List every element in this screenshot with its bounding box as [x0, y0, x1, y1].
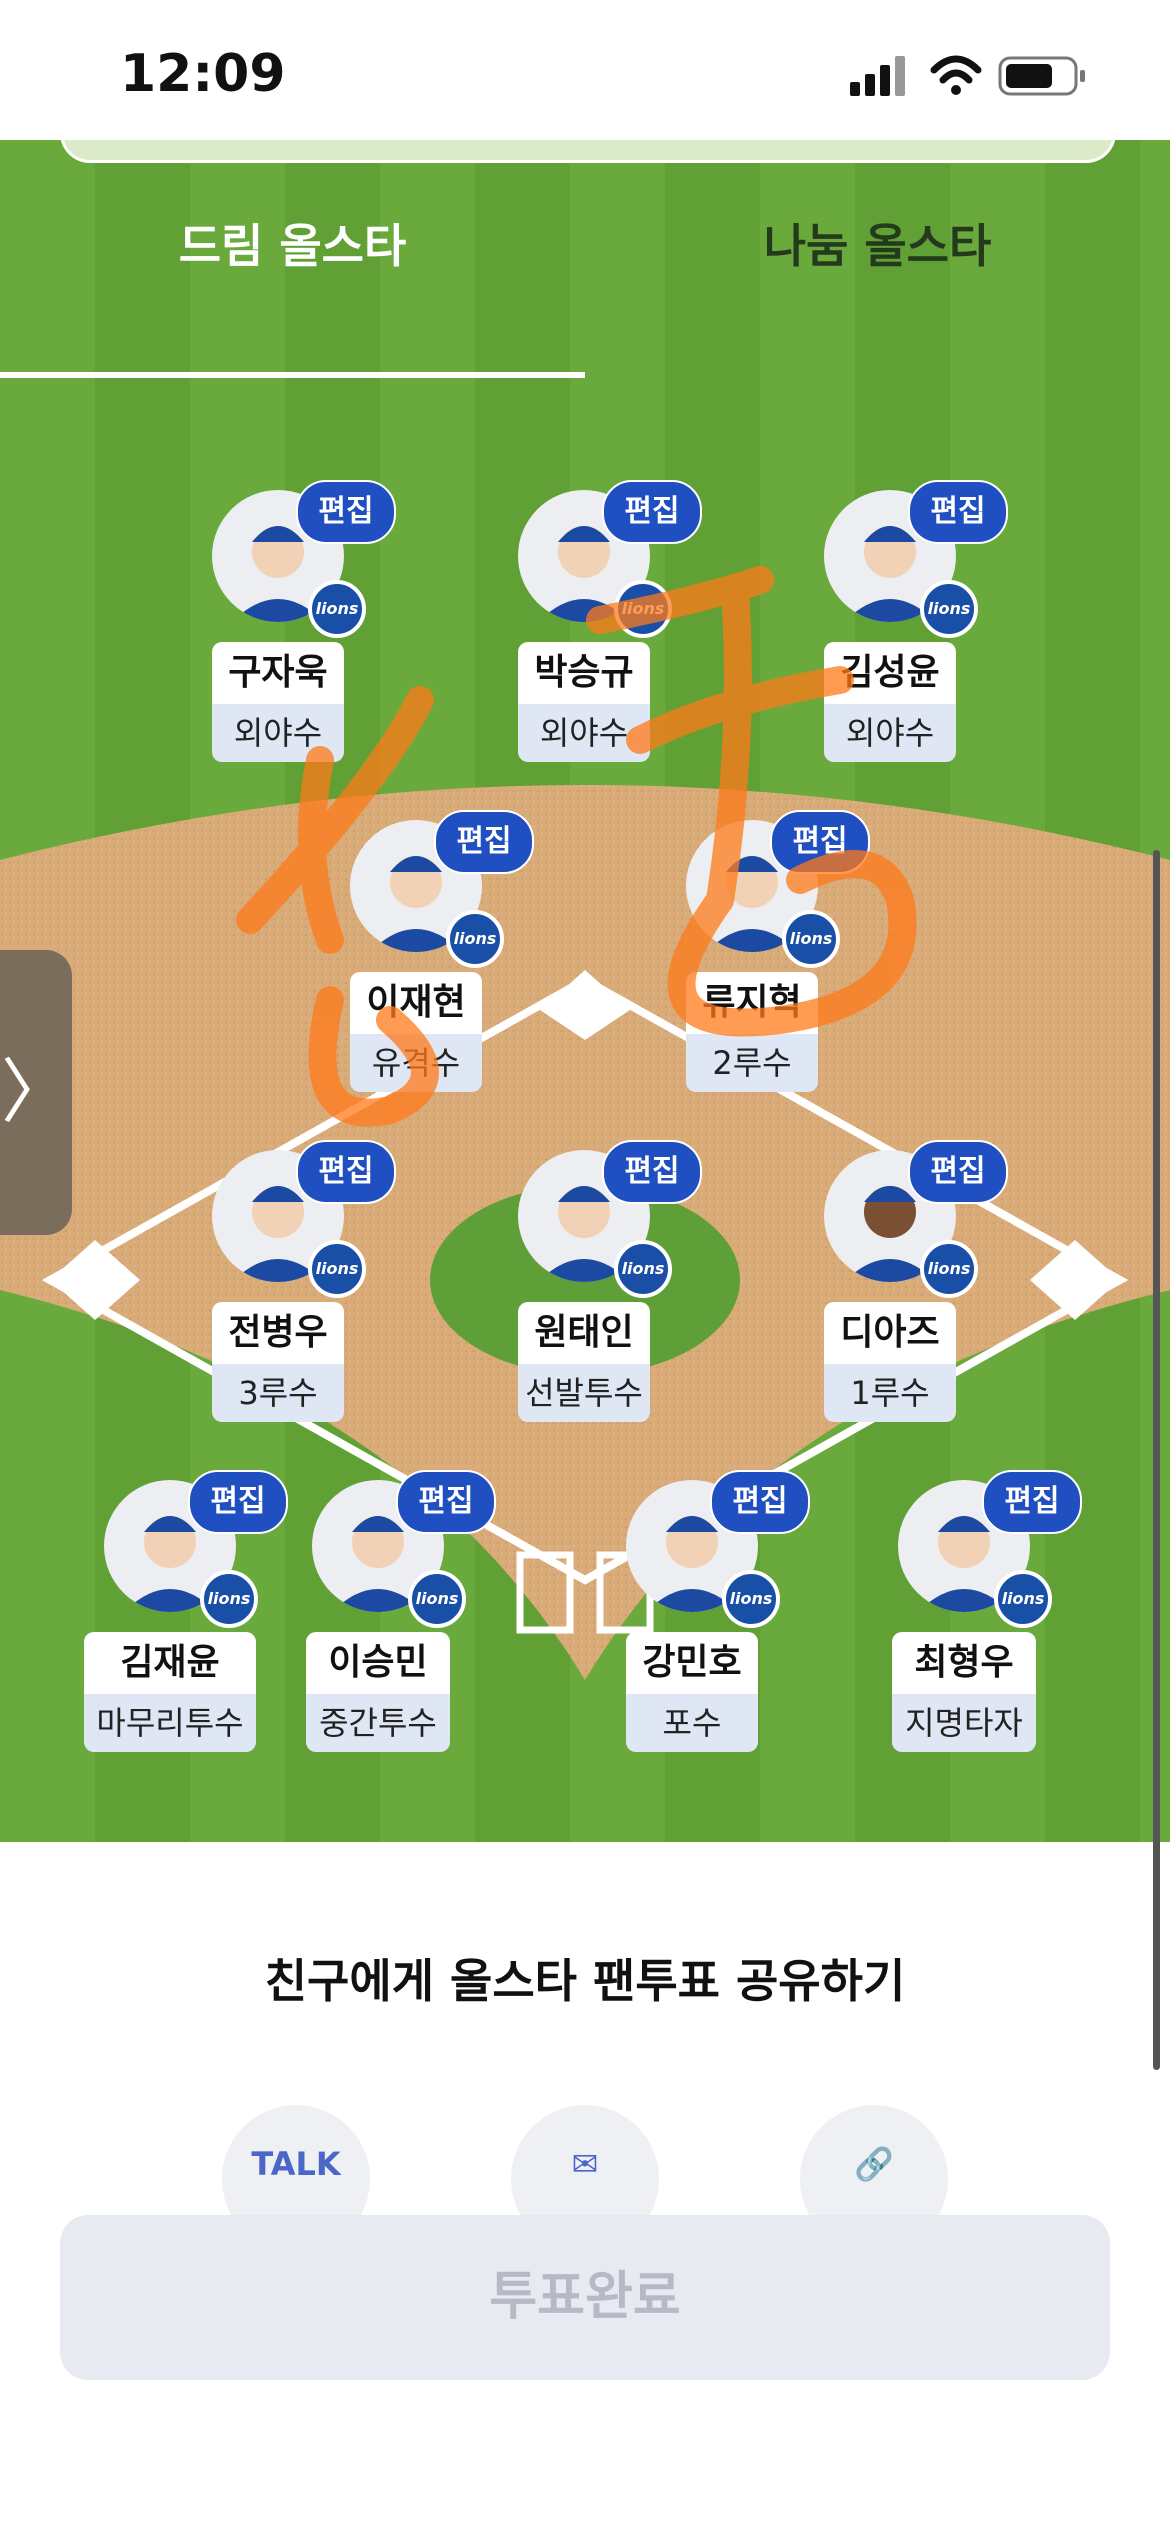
tab-dream-allstar[interactable]: 드림 올스타: [0, 210, 585, 276]
baseball-field: 드림 올스타 나눔 올스타 lions 편집 구자욱 외야수 lions 편집 …: [0, 140, 1170, 1842]
player-position: 외야수: [518, 704, 650, 762]
signal-icon: [850, 56, 905, 96]
player-nameplate: 김성윤 외야수: [824, 642, 956, 762]
player-nameplate: 이승민 중간투수: [306, 1632, 450, 1752]
player-nameplate: 박승규 외야수: [518, 642, 650, 762]
player-name: 원태인: [518, 1302, 650, 1364]
edit-button[interactable]: 편집: [908, 1140, 1008, 1204]
player-nameplate: 전병우 3루수: [212, 1302, 344, 1422]
edit-button[interactable]: 편집: [188, 1470, 288, 1534]
edit-button[interactable]: 편집: [602, 480, 702, 544]
player-name: 이재현: [350, 972, 482, 1034]
link-share-button[interactable]: 🔗: [800, 2105, 948, 2215]
mail-icon: ✉: [571, 2145, 599, 2183]
player-name: 박승규: [518, 642, 650, 704]
player-position: 외야수: [824, 704, 956, 762]
lions-logo-icon: lions: [308, 580, 366, 638]
edit-button[interactable]: 편집: [296, 480, 396, 544]
status-time: 12:09: [120, 44, 286, 104]
player-name: 김재윤: [84, 1632, 256, 1694]
player-position: 유격수: [350, 1034, 482, 1092]
active-tab-indicator: [0, 372, 585, 378]
lions-logo-icon: lions: [308, 1240, 366, 1298]
kakaotalk-share-button[interactable]: TALK: [222, 2105, 370, 2215]
lions-logo-icon: lions: [200, 1570, 258, 1628]
lions-logo-icon: lions: [722, 1570, 780, 1628]
player-nameplate: 구자욱 외야수: [212, 642, 344, 762]
player-position: 지명타자: [892, 1694, 1036, 1752]
edit-button[interactable]: 편집: [908, 480, 1008, 544]
tab-bar: 드림 올스타 나눔 올스타: [0, 140, 1170, 380]
edit-button[interactable]: 편집: [982, 1470, 1082, 1534]
link-icon: 🔗: [854, 2145, 894, 2183]
share-title: 친구에게 올스타 팬투표 공유하기: [264, 1954, 906, 2008]
scrollbar[interactable]: [1153, 850, 1160, 2070]
lions-logo-icon: lions: [614, 1240, 672, 1298]
edit-button[interactable]: 편집: [770, 810, 870, 874]
edit-button[interactable]: 편집: [434, 810, 534, 874]
share-buttons: TALK ✉ 🔗: [0, 2105, 1170, 2215]
player-name: 구자욱: [212, 642, 344, 704]
status-bar: 12:09: [0, 0, 1170, 140]
player-name: 최형우: [892, 1632, 1036, 1694]
lions-logo-icon: lions: [994, 1570, 1052, 1628]
player-name: 류지혁: [686, 972, 818, 1034]
player-position: 포수: [626, 1694, 758, 1752]
lions-logo-icon: lions: [782, 910, 840, 968]
lions-logo-icon: lions: [614, 580, 672, 638]
player-position: 선발투수: [518, 1364, 650, 1422]
lions-logo-icon: lions: [920, 1240, 978, 1298]
lions-logo-icon: lions: [446, 910, 504, 968]
player-name: 김성윤: [824, 642, 956, 704]
edit-button[interactable]: 편집: [602, 1140, 702, 1204]
player-position: 2루수: [686, 1034, 818, 1092]
player-nameplate: 디아즈 1루수: [824, 1302, 956, 1422]
player-nameplate: 원태인 선발투수: [518, 1302, 650, 1422]
player-position: 중간투수: [306, 1694, 450, 1752]
player-name: 디아즈: [824, 1302, 956, 1364]
player-position: 1루수: [824, 1364, 956, 1422]
player-nameplate: 최형우 지명타자: [892, 1632, 1036, 1752]
kakaotalk-icon: TALK: [251, 2145, 341, 2183]
wifi-icon: [930, 55, 982, 95]
lions-logo-icon: lions: [920, 580, 978, 638]
lions-logo-icon: lions: [408, 1570, 466, 1628]
player-position: 외야수: [212, 704, 344, 762]
player-nameplate: 강민호 포수: [626, 1632, 758, 1752]
edit-button[interactable]: 편집: [396, 1470, 496, 1534]
status-icons: [850, 52, 1090, 106]
mail-share-button[interactable]: ✉: [511, 2105, 659, 2215]
edit-button[interactable]: 편집: [710, 1470, 810, 1534]
player-name: 이승민: [306, 1632, 450, 1694]
tab-nanum-allstar[interactable]: 나눔 올스타: [585, 210, 1170, 276]
player-name: 강민호: [626, 1632, 758, 1694]
side-drawer-handle[interactable]: 〉: [0, 950, 72, 1235]
edit-button[interactable]: 편집: [296, 1140, 396, 1204]
player-position: 마무리투수: [84, 1694, 256, 1752]
player-position: 3루수: [212, 1364, 344, 1422]
player-nameplate: 류지혁 2루수: [686, 972, 818, 1092]
vote-complete-button[interactable]: 투표완료: [60, 2215, 1110, 2380]
battery-icon: [998, 56, 1085, 96]
player-nameplate: 김재윤 마무리투수: [84, 1632, 256, 1752]
player-nameplate: 이재현 유격수: [350, 972, 482, 1092]
player-name: 전병우: [212, 1302, 344, 1364]
